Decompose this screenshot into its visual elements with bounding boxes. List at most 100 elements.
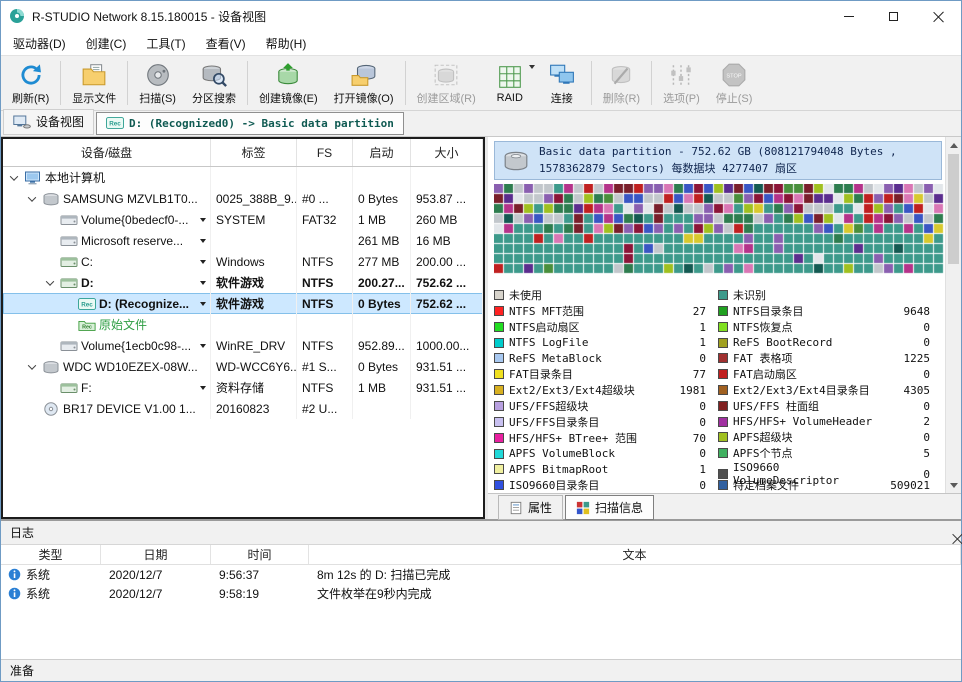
right-scrollbar[interactable] — [945, 137, 961, 493]
maximize-button[interactable] — [871, 1, 916, 31]
legend-label: FAT 表格项 — [733, 350, 890, 366]
expander-icon[interactable] — [43, 280, 57, 286]
tree-row-9[interactable]: WDC WD10EZEX-08W...WD-WCC6Y6...#1 S...0 … — [3, 356, 483, 377]
tab-scan-information[interactable]: 扫描信息 — [565, 495, 654, 520]
legend-item-left-6: Ext2/Ext3/Ext4超级块1981 — [494, 382, 718, 398]
tree-row-1[interactable]: SAMSUNG MZVLB1T0...0025_388B_9...#0 ...0… — [3, 188, 483, 209]
tree-row-3[interactable]: Microsoft reserve...261 MB16 MB — [3, 230, 483, 251]
tab-scan-result[interactable]: RecD: (Recognized0) -> Basic data partit… — [96, 112, 404, 135]
tab-label: D: (Recognized0) -> Basic data partition — [129, 117, 394, 130]
refresh-icon — [18, 62, 44, 88]
device-tree-header: 设备/磁盘标签FS启动大小 — [3, 139, 483, 167]
chevron-down-icon — [10, 172, 18, 180]
tree-row-11[interactable]: BR17 DEVICE V1.00 1...20160823#2 U... — [3, 398, 483, 419]
minimize-button[interactable] — [826, 1, 871, 31]
row-dropdown-icon[interactable] — [200, 386, 206, 390]
tree-row-fs-cell: FAT32 — [297, 209, 353, 230]
scroll-down-button[interactable] — [946, 477, 961, 493]
toolbar-options-button: 选项(P) — [655, 57, 708, 109]
tree-column-header-3[interactable]: 启动 — [353, 139, 411, 166]
tab-device-view[interactable]: 设备视图 — [3, 109, 94, 135]
legend-item-right-1: NTFS目录条目9648 — [718, 303, 942, 319]
menu-item-3[interactable]: 查看(V) — [196, 32, 256, 55]
row-dropdown-icon[interactable] — [200, 218, 206, 222]
legend-count: 4305 — [890, 384, 942, 397]
menu-bar: 驱动器(D)创建(C)工具(T)查看(V)帮助(H) — [1, 31, 961, 55]
tree-row-device-cell: Volume{1ecb0c98-... — [3, 335, 211, 356]
toolbar-refresh-button[interactable]: 刷新(R) — [4, 57, 57, 109]
scan-blockmap[interactable] — [494, 184, 944, 274]
log-row-0[interactable]: 系统2020/12/79:56:378m 12s 的 D: 扫描已完成 — [1, 565, 961, 584]
toolbar-create-image-button[interactable]: 创建镜像(E) — [251, 57, 326, 109]
expander-icon[interactable] — [7, 175, 21, 181]
legend-count: 0 — [890, 336, 942, 349]
scroll-up-button[interactable] — [946, 137, 961, 153]
tree-row-0[interactable]: 本地计算机 — [3, 167, 483, 188]
scrollbar-thumb[interactable] — [948, 154, 959, 264]
tree-row-fs-cell: #1 S... — [297, 356, 353, 377]
legend-label: NTFS启动扇区 — [509, 319, 666, 335]
toolbar-scan-button[interactable]: 扫描(S) — [131, 57, 184, 109]
log-column-header-2[interactable]: 时间 — [211, 545, 309, 564]
legend-item-left-8: UFS/FFS目录条目0 — [494, 414, 718, 430]
tree-row-name: Microsoft reserve... — [81, 234, 183, 248]
tree-column-header-0[interactable]: 设备/磁盘 — [3, 139, 211, 166]
expander-icon[interactable] — [25, 196, 39, 202]
tree-row-7[interactable]: Rec原始文件 — [3, 314, 483, 335]
legend-count: 1 — [666, 321, 718, 334]
app-logo-icon — [9, 8, 25, 24]
toolbar-separator — [127, 61, 128, 105]
raid-dropdown-icon[interactable] — [529, 65, 535, 69]
expander-icon[interactable] — [25, 364, 39, 370]
tree-row-device-cell: Rec原始文件 — [3, 314, 211, 335]
blockmap-wrap — [494, 184, 942, 274]
row-dropdown-icon[interactable] — [200, 281, 206, 285]
legend-swatch — [494, 290, 504, 300]
legend-swatch — [718, 290, 728, 300]
legend-item-right-12: 特定档案文件509021 — [718, 477, 942, 493]
log-column-header-1[interactable]: 日期 — [101, 545, 211, 564]
log-row-1[interactable]: 系统2020/12/79:58:19文件枚举在9秒内完成 — [1, 584, 961, 603]
row-dropdown-icon[interactable] — [200, 260, 206, 264]
tree-row-label-cell: Windows — [211, 251, 297, 272]
device-tree-body: 本地计算机SAMSUNG MZVLB1T0...0025_388B_9...#0… — [3, 167, 483, 517]
tree-row-10[interactable]: F:资料存储NTFS1 MB931.51 ... — [3, 377, 483, 398]
row-dropdown-icon[interactable] — [200, 302, 206, 306]
log-column-header-3[interactable]: 文本 — [309, 545, 961, 564]
legend-count: 509021 — [890, 479, 942, 492]
tree-row-4[interactable]: C:WindowsNTFS277 MB200.00 ... — [3, 251, 483, 272]
toolbar-open-image-button[interactable]: 打开镜像(O) — [326, 57, 402, 109]
row-dropdown-icon[interactable] — [200, 239, 206, 243]
log-column-header-0[interactable]: 类型 — [1, 545, 101, 564]
tree-column-header-4[interactable]: 大小 — [411, 139, 483, 166]
menu-item-2[interactable]: 工具(T) — [136, 32, 195, 55]
toolbar-show-files-button[interactable]: 显示文件 — [64, 57, 124, 109]
info-icon — [8, 587, 21, 600]
tree-row-8[interactable]: Volume{1ecb0c98-...WinRE_DRVNTFS952.89..… — [3, 335, 483, 356]
legend-label: UFS/FFS目录条目 — [509, 414, 666, 430]
tree-column-header-1[interactable]: 标签 — [211, 139, 297, 166]
tree-column-header-2[interactable]: FS — [297, 139, 353, 166]
menu-item-1[interactable]: 创建(C) — [76, 32, 137, 55]
tree-row-size-cell: 931.51 ... — [411, 377, 483, 398]
title-bar: R-STUDIO Network 8.15.180015 - 设备视图 — [1, 1, 961, 31]
toolbar-partition-search-button[interactable]: 分区搜索 — [184, 57, 244, 109]
tab-properties[interactable]: 属性 — [498, 495, 563, 520]
toolbar-raid-button[interactable]: RAID — [484, 57, 536, 109]
partition-summary[interactable]: Basic data partition - 752.62 GB (808121… — [494, 141, 942, 180]
row-dropdown-icon[interactable] — [200, 344, 206, 348]
menu-item-0[interactable]: 驱动器(D) — [3, 32, 76, 55]
scan-icon — [145, 62, 171, 88]
tree-row-size-cell: 752.62 ... — [411, 293, 483, 314]
legend-swatch — [494, 369, 504, 379]
properties-tab-icon — [509, 501, 523, 515]
toolbar-open-image-label: 打开镜像(O) — [334, 90, 394, 106]
tree-row-label-cell: WinRE_DRV — [211, 335, 297, 356]
menu-item-4[interactable]: 帮助(H) — [256, 32, 317, 55]
close-button[interactable] — [916, 1, 961, 31]
tree-row-5[interactable]: D:软件游戏NTFS200.27...752.62 ... — [3, 272, 483, 293]
legend-swatch — [718, 306, 728, 316]
tree-row-2[interactable]: Volume{0bedecf0-...SYSTEMFAT321 MB260 MB — [3, 209, 483, 230]
tree-row-6[interactable]: RecD: (Recognize...软件游戏NTFS0 Bytes752.62… — [3, 293, 483, 314]
toolbar-connect-button[interactable]: 连接 — [536, 57, 588, 109]
